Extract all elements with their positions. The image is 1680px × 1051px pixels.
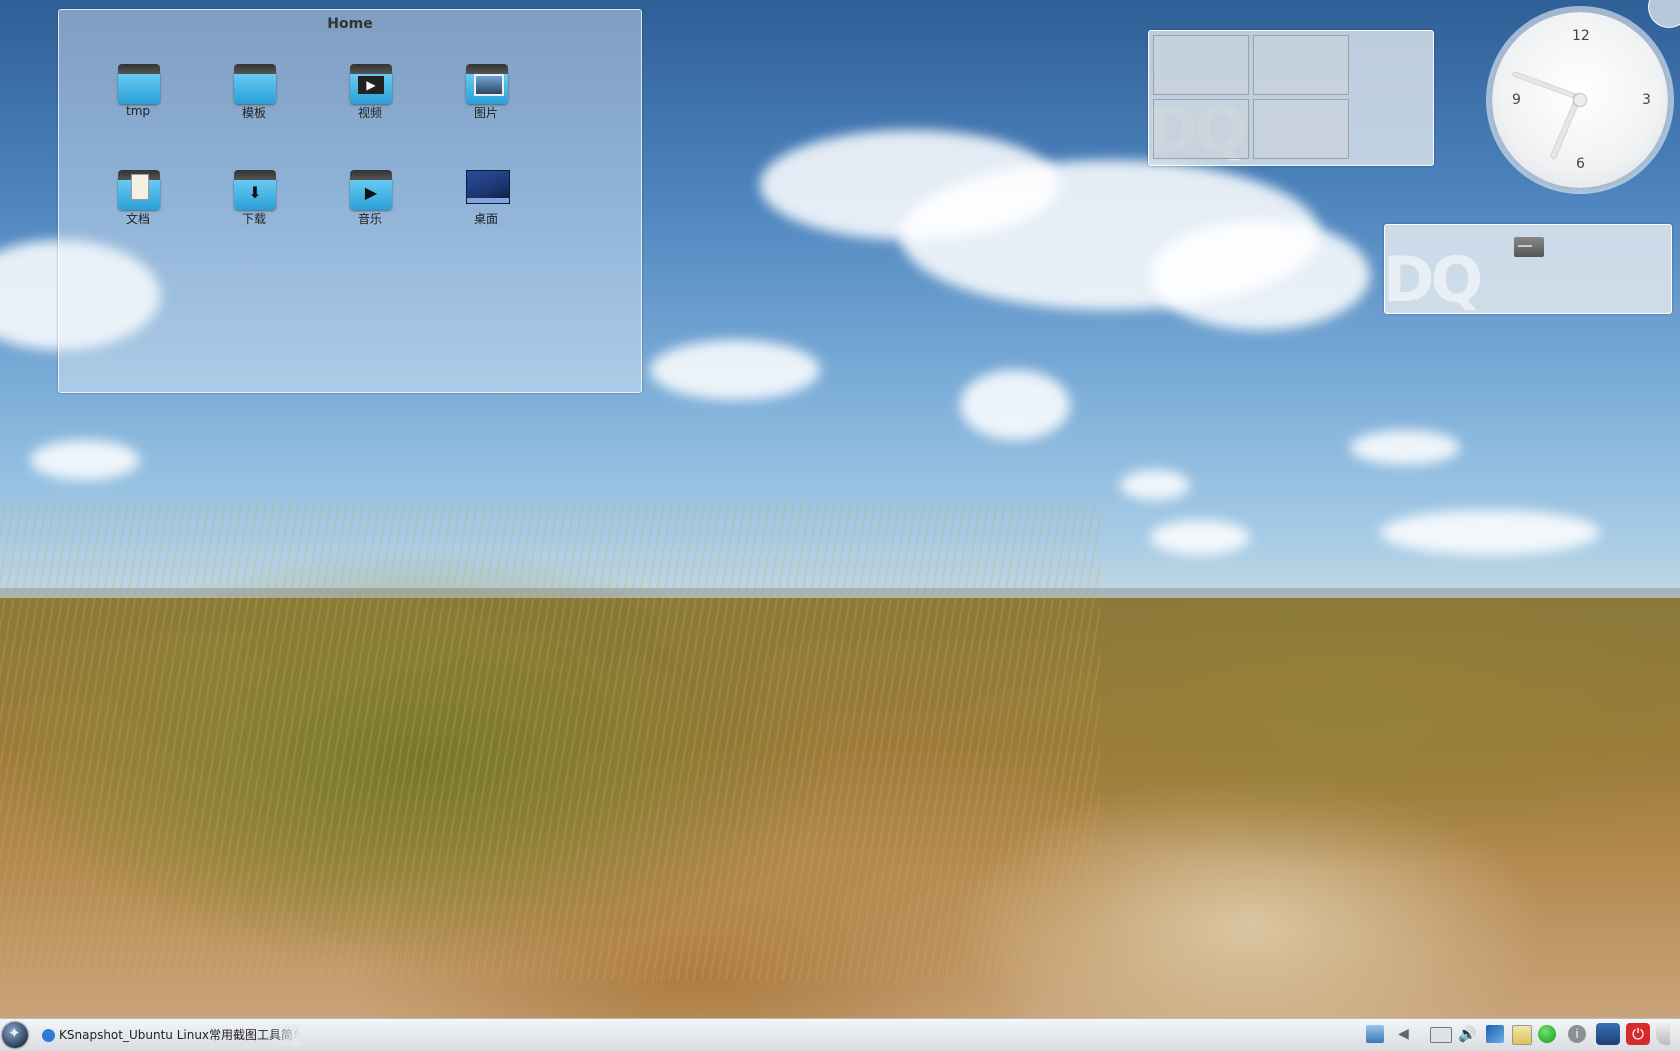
panel-toolbox-icon[interactable] <box>1656 1023 1670 1045</box>
cloud <box>960 370 1070 440</box>
folder-item-label: 模板 <box>241 106 266 120</box>
ksnapshot-icon <box>42 1029 55 1042</box>
cloud <box>1120 470 1190 500</box>
cloud <box>650 340 820 400</box>
folder-view-widget[interactable]: Home tmp 模板 ▶ 视频 图片 文档 ⬇ 下载 ▶ 音乐 桌面 <box>58 9 642 393</box>
folder-item-label: 图片 <box>473 106 498 120</box>
desktop-icon <box>464 168 510 212</box>
taskbar-task-ksnapshot[interactable]: KSnapshot_Ubuntu Linux常用截图工具简单介 <box>42 1024 300 1046</box>
device-notifier-widget[interactable]: DQ <box>1383 224 1672 316</box>
clipboard-icon[interactable] <box>1366 1025 1384 1043</box>
taskbar-panel: KSnapshot_Ubuntu Linux常用截图工具简单介 ◀ 🔊 i ⏻ <box>0 1018 1680 1051</box>
pager-desktop-2[interactable] <box>1253 35 1349 95</box>
folder-item-label: 文档 <box>125 212 150 226</box>
folder-pictures-icon <box>464 62 510 106</box>
folder-icon <box>116 62 162 106</box>
folder-item-pictures[interactable]: 图片 <box>441 62 531 132</box>
clock-numeral-12: 12 <box>1572 28 1590 44</box>
folder-view-title: Home <box>327 16 373 32</box>
drive-icon[interactable] <box>1514 237 1544 257</box>
folder-item-label: 下载 <box>241 212 266 226</box>
info-icon[interactable]: i <box>1568 1025 1586 1043</box>
folder-item-label: 音乐 <box>357 212 382 226</box>
clock-numeral-6: 6 <box>1576 156 1585 172</box>
cloud <box>1150 220 1370 330</box>
pager-desktop-3[interactable] <box>1153 99 1249 159</box>
pager-widget[interactable]: DQ <box>1147 30 1434 166</box>
task-label-fade <box>270 1024 300 1046</box>
folder-item-documents[interactable]: 文档 <box>93 168 183 238</box>
folder-item-tmp[interactable]: tmp <box>93 62 183 132</box>
clock-hour-hand <box>1550 98 1580 159</box>
folder-item-desktop[interactable]: 桌面 <box>441 168 531 238</box>
arrow-left-icon[interactable]: ◀ <box>1398 1025 1409 1043</box>
cloud <box>1380 510 1600 555</box>
plasma-watermark-icon: DQ <box>1383 243 1483 316</box>
clock-numeral-3: 3 <box>1642 92 1651 108</box>
folder-downloads-icon: ⬇ <box>232 168 278 212</box>
cloud <box>30 440 140 480</box>
clock-minute-hand <box>1512 71 1582 100</box>
system-tray: ◀ 🔊 i ⏻ <box>1364 1023 1674 1045</box>
folder-item-downloads[interactable]: ⬇ 下载 <box>209 168 299 238</box>
clock-hub <box>1574 94 1586 106</box>
folder-item-label: tmp <box>125 104 150 118</box>
folder-videos-icon: ▶ <box>348 62 394 106</box>
cloud <box>1350 430 1460 465</box>
cloud <box>1150 520 1250 555</box>
clock-numeral-9: 9 <box>1512 92 1521 108</box>
analog-clock-widget[interactable]: 12 3 6 9 <box>1492 12 1668 188</box>
folder-item-videos[interactable]: ▶ 视频 <box>325 62 415 132</box>
grass <box>0 500 1100 980</box>
pager-desktop-1[interactable] <box>1153 35 1249 95</box>
task-label: KSnapshot_Ubuntu Linux常用截图工具简单介 <box>59 1028 300 1042</box>
folder-templates-icon <box>232 62 278 106</box>
folder-item-templates[interactable]: 模板 <box>209 62 299 132</box>
folder-documents-icon <box>116 168 162 212</box>
application-launcher-button[interactable] <box>2 1022 28 1048</box>
folder-item-label: 视频 <box>357 106 382 120</box>
folder-item-music[interactable]: ▶ 音乐 <box>325 168 415 238</box>
network-icon[interactable] <box>1486 1025 1504 1043</box>
lock-icon[interactable] <box>1596 1023 1620 1045</box>
pager-desktop-4[interactable] <box>1253 99 1349 159</box>
folder-item-label: 桌面 <box>473 212 498 226</box>
power-icon[interactable]: ⏻ <box>1626 1023 1650 1045</box>
volume-icon[interactable]: 🔊 <box>1458 1025 1477 1043</box>
folder-music-icon: ▶ <box>348 168 394 212</box>
notes-icon[interactable] <box>1512 1025 1532 1045</box>
keyboard-icon[interactable] <box>1430 1027 1452 1043</box>
green-status-icon[interactable] <box>1538 1025 1556 1043</box>
